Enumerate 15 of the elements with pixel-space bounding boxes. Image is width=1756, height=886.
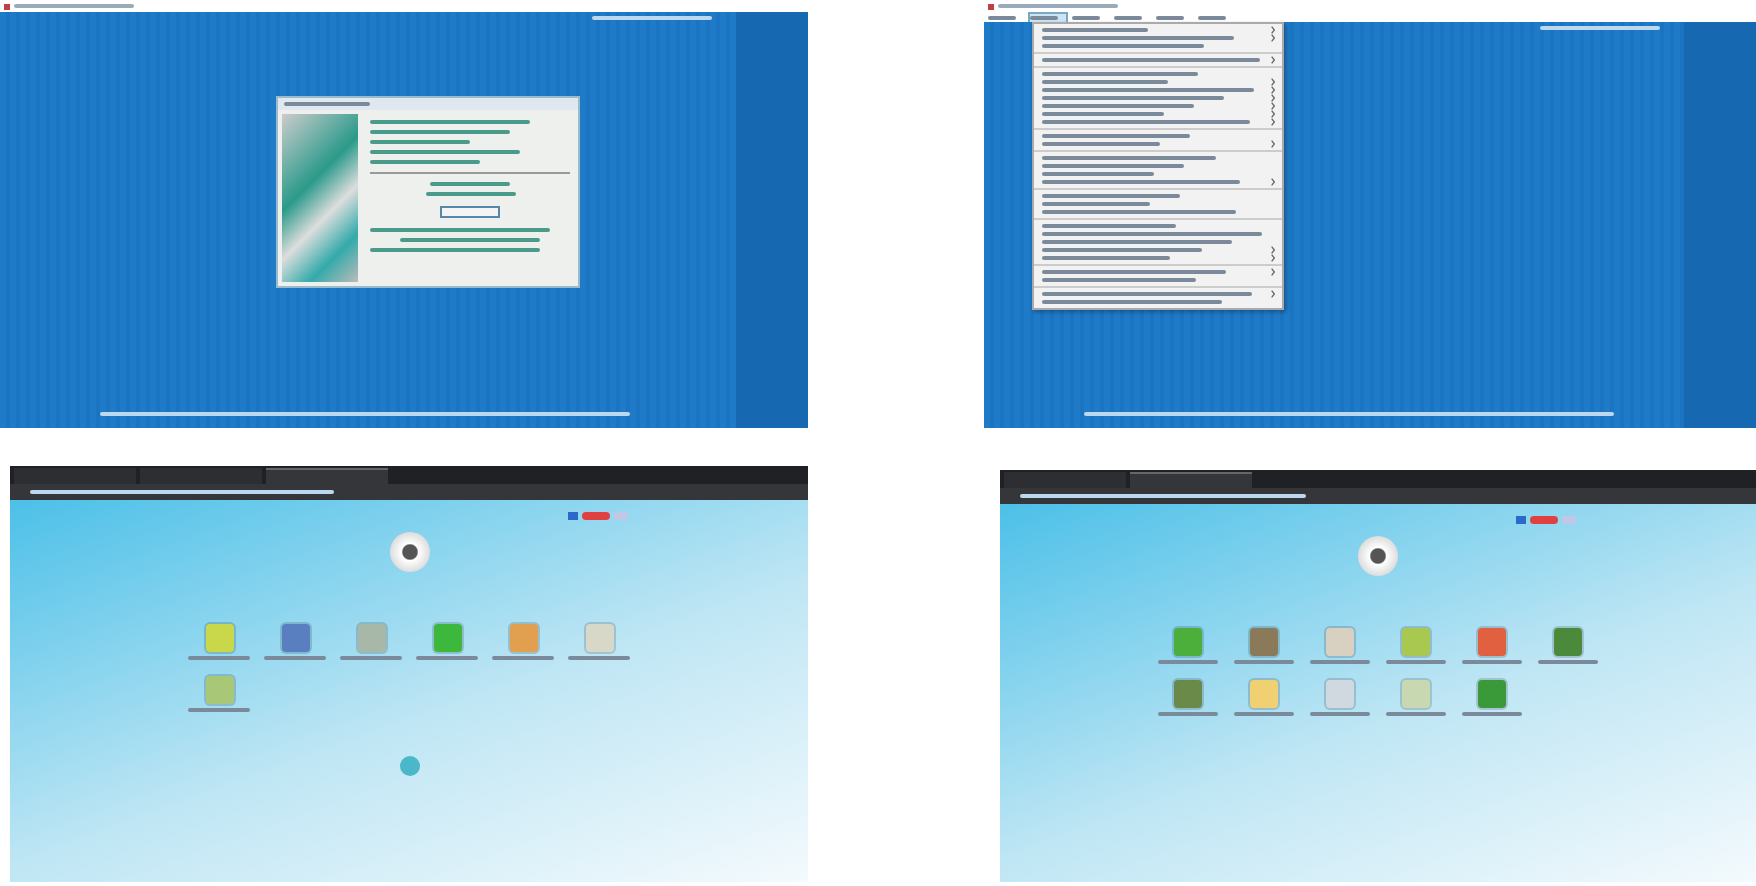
app-icon <box>988 3 994 9</box>
ok-button[interactable] <box>440 206 500 218</box>
browser-tab[interactable] <box>266 468 388 484</box>
chevron-right-icon <box>1270 290 1276 298</box>
chevron-right-icon <box>1270 178 1276 186</box>
emblem-icon <box>389 532 429 572</box>
browser-tab[interactable] <box>1130 472 1252 488</box>
address-bar[interactable] <box>10 484 808 500</box>
address-bar[interactable] <box>1000 488 1756 504</box>
app-icon[interactable] <box>281 624 309 652</box>
app-icon <box>4 3 10 9</box>
menu-bar-item[interactable] <box>1030 13 1066 21</box>
chevron-right-icon <box>1270 140 1276 148</box>
chevron-right-icon <box>1270 56 1276 64</box>
emblem-icon <box>1358 536 1398 576</box>
